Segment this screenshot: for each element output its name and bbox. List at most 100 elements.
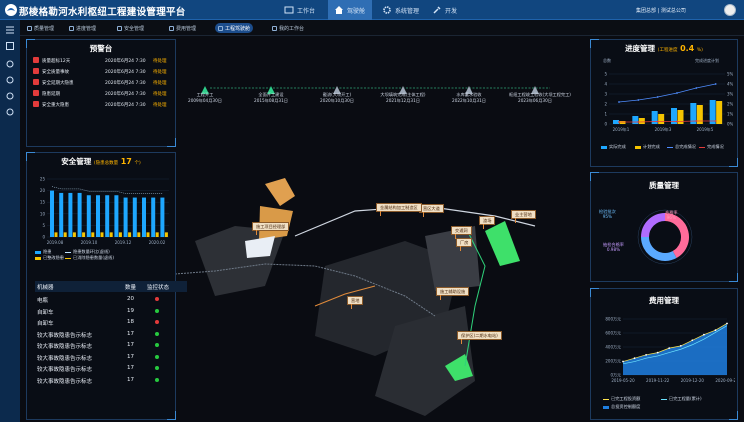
legend-item: 总投资控制额度 — [603, 404, 640, 410]
tick-label: 2020-09-20 — [715, 378, 735, 383]
tab-cost[interactable]: 费用管理 — [166, 23, 199, 33]
tab-icon — [169, 25, 174, 31]
data-point — [637, 99, 640, 101]
warning-row[interactable]: 隐患延期 2020年6月24 7:30 待处理 — [33, 89, 183, 99]
map-label[interactable]: 业主营地 — [511, 210, 536, 223]
row-name: 较大事故隐患告示标志 — [37, 332, 93, 339]
tab-my-workbench[interactable]: 我的工作台 — [269, 23, 307, 33]
tick-label: 4% — [727, 82, 733, 87]
nav-label: 开发 — [445, 7, 458, 15]
legend-label: 计划完成 — [643, 144, 660, 149]
bar — [77, 192, 82, 237]
map-label[interactable]: 施工辅助设施 — [436, 287, 470, 300]
nav-workbench[interactable]: 工作台 — [270, 0, 328, 20]
tick-label: 2019年1 — [613, 126, 630, 132]
circle-icon[interactable] — [6, 76, 14, 84]
bar — [54, 232, 58, 237]
tick-label: 200万元 — [605, 359, 621, 364]
user-name[interactable]: 集团总部 | 测试总公司 — [636, 7, 686, 14]
warning-row[interactable]: 质量超标12天 2020年6月24 7:30 待处理 — [33, 56, 183, 66]
warning-date: 2020年6月24 7:30 — [105, 81, 146, 86]
tab-progress[interactable]: 进度管理 — [66, 23, 99, 33]
tick-label: 2019.12 — [115, 240, 132, 245]
nav-dev[interactable]: 开发 — [432, 0, 468, 20]
tab-cockpit[interactable]: 工程驾驶舱 — [215, 23, 254, 33]
gear-icon — [383, 6, 391, 14]
status-dot — [155, 377, 159, 382]
tab-safety[interactable]: 安全管理 — [114, 23, 147, 33]
warning-row[interactable]: 安全延期大隐患 2020年6月24 7:30 待处理 — [33, 78, 183, 88]
nav-label: 驾驶舱 — [347, 7, 366, 15]
nav-cockpit[interactable]: 驾驶舱 — [328, 0, 372, 20]
bar — [137, 232, 141, 237]
warning-panel: 预警台 质量超标12天 2020年6月24 7:30 待处理 安全质量事故 2020年6… — [26, 39, 176, 147]
warning-row[interactable]: 安全重大隐患 2020年6月24 7:30 待处理 — [33, 100, 183, 110]
status-dot — [155, 366, 159, 370]
pie-slice — [641, 236, 677, 261]
circle-icon[interactable] — [6, 92, 14, 100]
map-label[interactable]: 营区大道 — [419, 204, 444, 217]
avatar[interactable] — [724, 4, 736, 16]
menu-icon[interactable] — [6, 26, 14, 34]
bar — [100, 232, 104, 237]
bar — [716, 101, 723, 124]
map-label[interactable]: 保护区(二期水电站) — [457, 331, 502, 344]
circle-icon[interactable] — [6, 60, 14, 68]
tick-label: 2019-12-20 — [681, 378, 705, 383]
milestone-date: 2023年06月30日 — [518, 97, 552, 103]
data-point — [702, 333, 705, 336]
milestone-marker — [459, 80, 479, 94]
legend-label: 总投资控制额度 — [611, 404, 641, 409]
bar — [142, 197, 146, 237]
circle-icon[interactable] — [6, 108, 14, 116]
data-point — [622, 360, 624, 363]
warning-icon — [33, 90, 39, 96]
map-label[interactable]: 渣场 — [479, 216, 496, 229]
row-name: 电瓶 — [37, 298, 49, 304]
table-row: 电瓶 20 — [35, 294, 187, 305]
map-label[interactable]: 交通洞 — [451, 226, 472, 239]
warning-title: 预警台 — [89, 44, 113, 53]
data-point — [645, 353, 648, 356]
tick-label: 2019年5 — [697, 126, 714, 132]
warning-date: 2020年6月24 7:30 — [105, 103, 146, 108]
progress-value-unit: %) — [696, 48, 703, 53]
data-point — [668, 347, 671, 350]
status-dot — [155, 308, 159, 313]
progress-panel: 进度管理 (工程进度 0.4 %) 总数 完成进度计划 0 0% 1 1% 2 2% 3 3%… — [590, 39, 738, 167]
map-label[interactable]: 金属结构加工制造区 — [376, 203, 422, 216]
tab-icon — [218, 25, 223, 31]
tab-quality[interactable]: 质量管理 — [24, 23, 57, 33]
bar — [105, 195, 110, 237]
tick-label: 5 — [604, 72, 607, 77]
data-point — [656, 120, 659, 123]
safety-title-text: 安全管理 — [61, 157, 92, 166]
legend-label: 总完成情况 — [675, 144, 696, 149]
map-label[interactable]: 营地 — [347, 296, 364, 309]
row-count: 18 — [127, 319, 134, 325]
legend-item: 已整改隐患 — [35, 255, 64, 261]
sidebar: » 展开 — [0, 20, 20, 422]
data-point — [633, 357, 636, 360]
warning-row[interactable]: 安全质量事故 2020年6月24 7:30 待处理 — [33, 67, 183, 77]
legend-label: 已整改隐患 — [43, 255, 64, 260]
row-name: 较大事故隐患告示标志 — [37, 344, 93, 350]
warning-name: 隐患延期 — [42, 92, 60, 97]
bar — [59, 192, 64, 237]
nav-system[interactable]: 系统管理 — [380, 0, 428, 20]
bar — [709, 100, 716, 124]
row-name: 较大事故隐患告示标志 — [37, 367, 93, 373]
data-point — [618, 121, 620, 123]
warning-name: 安全延期大隐患 — [42, 81, 74, 86]
map-label[interactable]: 施工项目经理部 — [252, 222, 290, 235]
data-point — [637, 121, 640, 123]
data-point — [676, 120, 678, 123]
tab-label: 费用管理 — [176, 25, 197, 32]
warning-status: 待处理 — [153, 59, 167, 64]
grid-icon[interactable] — [6, 42, 14, 50]
map-label[interactable]: 厂房 — [456, 238, 473, 251]
warning-status: 待处理 — [153, 70, 167, 75]
data-point — [691, 339, 694, 342]
desk-icon — [284, 6, 294, 14]
data-point — [679, 344, 682, 347]
